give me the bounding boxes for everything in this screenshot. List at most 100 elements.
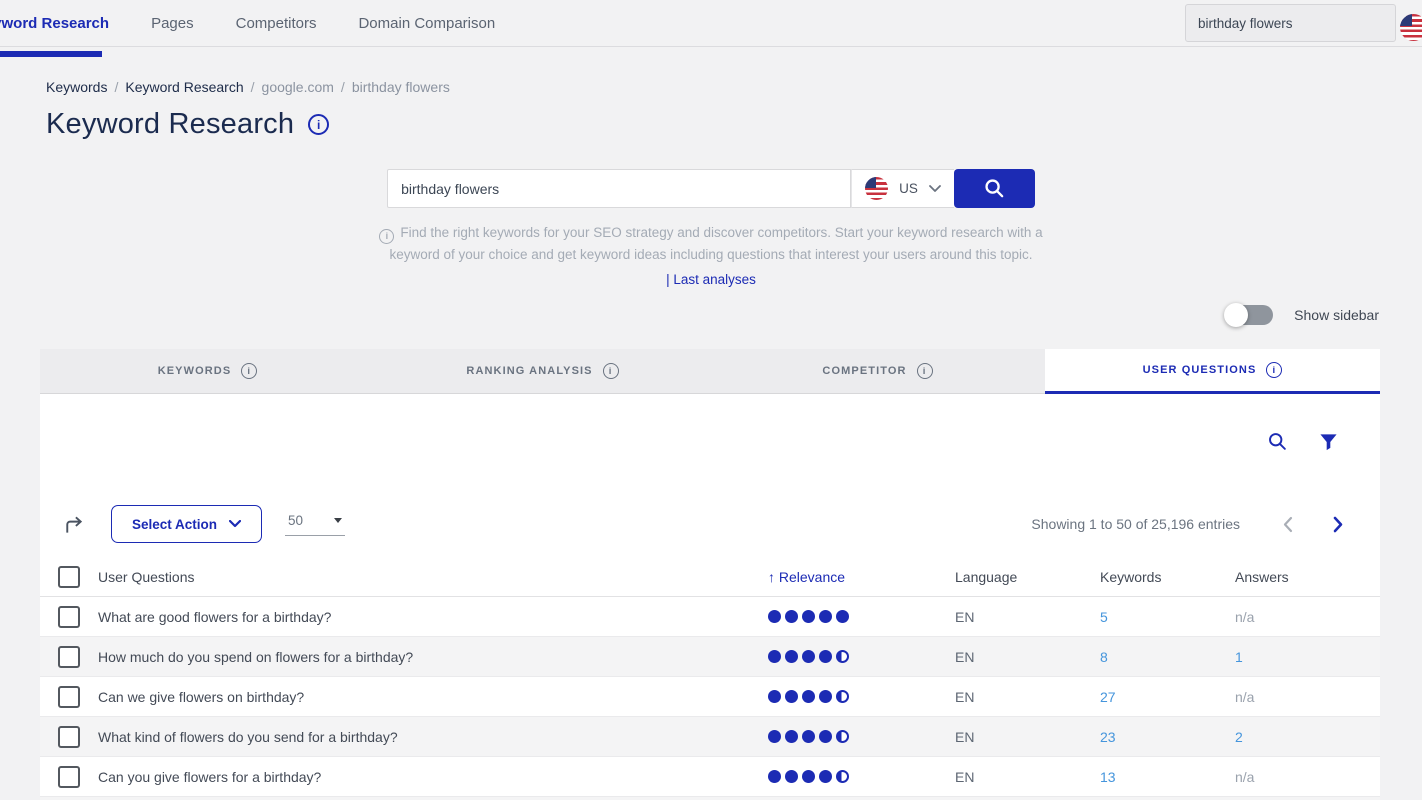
- keywords-cell: 8: [1100, 649, 1235, 665]
- answers-count-link[interactable]: 1: [1235, 649, 1243, 665]
- row-checkbox[interactable]: [58, 606, 80, 628]
- header-keywords[interactable]: Keywords: [1100, 569, 1235, 585]
- active-nav-underline: [0, 51, 102, 57]
- select-all-checkbox[interactable]: [58, 566, 80, 588]
- search-icon: [1267, 431, 1289, 453]
- filter-icon: [1319, 433, 1338, 452]
- showing-entries-text: Showing 1 to 50 of 25,196 entries: [1031, 516, 1240, 532]
- nav-item-keyword-research[interactable]: Keyword Research: [0, 15, 109, 32]
- header-language[interactable]: Language: [955, 569, 1100, 585]
- keyword-research-page: Keyword Research Pages Competitors Domain C…: [0, 0, 1422, 800]
- answers-count-link[interactable]: 2: [1235, 729, 1243, 745]
- last-analyses-prefix: |: [666, 272, 670, 287]
- relevance-dot-full-icon: [802, 770, 815, 783]
- header-relevance[interactable]: ↑ Relevance: [768, 569, 955, 585]
- tab-ranking-analysis[interactable]: RANKING ANALYSISi: [375, 349, 710, 394]
- keywords-cell: 13: [1100, 769, 1235, 785]
- select-action-button[interactable]: Select Action: [111, 505, 262, 543]
- header-user-questions[interactable]: User Questions: [98, 569, 768, 585]
- top-search-input[interactable]: [1186, 16, 1395, 31]
- info-icon[interactable]: i: [917, 363, 933, 379]
- relevance-dot-full-icon: [819, 690, 832, 703]
- breadcrumb-item-keywords[interactable]: Keywords: [46, 79, 107, 95]
- relevance-dot-full-icon: [836, 610, 849, 623]
- page-size-select[interactable]: 50: [285, 513, 345, 536]
- top-navigation: Keyword Research Pages Competitors Domain C…: [0, 0, 1422, 47]
- keywords-cell: 27: [1100, 689, 1235, 705]
- row-checkbox-cell: [40, 646, 98, 668]
- table-row: What are good flowers for a birthday?EN5…: [40, 597, 1380, 637]
- keywords-count-link[interactable]: 13: [1100, 769, 1116, 785]
- title-info-icon[interactable]: i: [308, 114, 329, 135]
- export-icon[interactable]: [62, 513, 85, 536]
- nav-item-pages[interactable]: Pages: [151, 15, 194, 32]
- answers-na-value: n/a: [1235, 689, 1254, 705]
- breadcrumb-item-birthday-flowers[interactable]: birthday flowers: [352, 79, 450, 95]
- row-checkbox[interactable]: [58, 646, 80, 668]
- select-action-label: Select Action: [132, 517, 217, 532]
- pagination-next-button[interactable]: [1333, 516, 1344, 533]
- breadcrumb-separator: /: [341, 79, 345, 95]
- chevron-down-icon: [929, 185, 941, 193]
- info-icon[interactable]: i: [241, 363, 257, 379]
- question-text: How much do you spend on flowers for a b…: [98, 649, 768, 665]
- keywords-count-link[interactable]: 27: [1100, 689, 1116, 705]
- keywords-count-link[interactable]: 23: [1100, 729, 1116, 745]
- relevance-dot-full-icon: [768, 610, 781, 623]
- info-icon[interactable]: i: [1266, 362, 1282, 378]
- us-flag-icon[interactable]: [1400, 14, 1422, 41]
- search-description: iFind the right keywords for your SEO st…: [361, 222, 1061, 266]
- language-value: EN: [955, 769, 1100, 785]
- country-selector[interactable]: US: [851, 169, 954, 208]
- keywords-count-link[interactable]: 8: [1100, 649, 1108, 665]
- last-analyses-link[interactable]: Last analyses: [673, 272, 756, 287]
- results-panel: KEYWORDSiRANKING ANALYSISiCOMPETITORiUSE…: [40, 349, 1380, 800]
- relevance-dot-half-icon: [836, 770, 849, 783]
- top-search-box: [1185, 4, 1396, 42]
- keywords-count-link[interactable]: 5: [1100, 609, 1108, 625]
- relevance-dots: [768, 650, 955, 663]
- search-button[interactable]: [954, 169, 1035, 208]
- breadcrumb-item-google-com[interactable]: google.com: [262, 79, 334, 95]
- table-tools: [40, 394, 1380, 454]
- table-toolbar: Select Action 50 Showing 1 to 50 of 25,1…: [40, 504, 1380, 544]
- pagination-prev-button[interactable]: [1282, 516, 1293, 533]
- breadcrumb-separator: /: [114, 79, 118, 95]
- question-text: Can you give flowers for a birthday?: [98, 769, 768, 785]
- answers-na-value: n/a: [1235, 769, 1254, 785]
- tab-competitor[interactable]: COMPETITORi: [710, 349, 1045, 394]
- nav-item-competitors[interactable]: Competitors: [236, 15, 317, 32]
- language-value: EN: [955, 609, 1100, 625]
- row-checkbox[interactable]: [58, 726, 80, 748]
- info-icon[interactable]: i: [603, 363, 619, 379]
- caret-down-icon: [334, 518, 342, 523]
- sidebar-toggle-row: Show sidebar: [0, 303, 1379, 327]
- panel-body: Select Action 50 Showing 1 to 50 of 25,1…: [40, 394, 1380, 800]
- answers-na-value: n/a: [1235, 609, 1254, 625]
- header-answers[interactable]: Answers: [1235, 569, 1380, 585]
- row-checkbox[interactable]: [58, 686, 80, 708]
- keyword-input[interactable]: [387, 169, 851, 208]
- relevance-dot-full-icon: [785, 690, 798, 703]
- country-flag-icon: [865, 177, 888, 200]
- row-checkbox[interactable]: [58, 766, 80, 788]
- language-value: EN: [955, 689, 1100, 705]
- table-search-button[interactable]: [1267, 431, 1289, 453]
- tab-bar: KEYWORDSiRANKING ANALYSISiCOMPETITORiUSE…: [40, 349, 1380, 394]
- search-icon: [983, 177, 1006, 200]
- header-checkbox-cell: [40, 566, 98, 588]
- language-value: EN: [955, 649, 1100, 665]
- show-sidebar-toggle[interactable]: [1226, 305, 1273, 325]
- breadcrumb-item-keyword-research[interactable]: Keyword Research: [125, 79, 243, 95]
- relevance-dot-full-icon: [768, 690, 781, 703]
- chevron-down-icon: [229, 520, 241, 528]
- country-code: US: [899, 181, 918, 196]
- tab-user-questions[interactable]: USER QUESTIONSi: [1045, 349, 1380, 394]
- table-filter-button[interactable]: [1319, 433, 1338, 452]
- relevance-dot-half-icon: [836, 730, 849, 743]
- nav-item-domain-comparison[interactable]: Domain Comparison: [358, 15, 495, 32]
- sort-arrow-up-icon: ↑: [768, 569, 775, 585]
- tab-keywords[interactable]: KEYWORDSi: [40, 349, 375, 394]
- question-text: Can we give flowers on birthday?: [98, 689, 768, 705]
- row-checkbox-cell: [40, 766, 98, 788]
